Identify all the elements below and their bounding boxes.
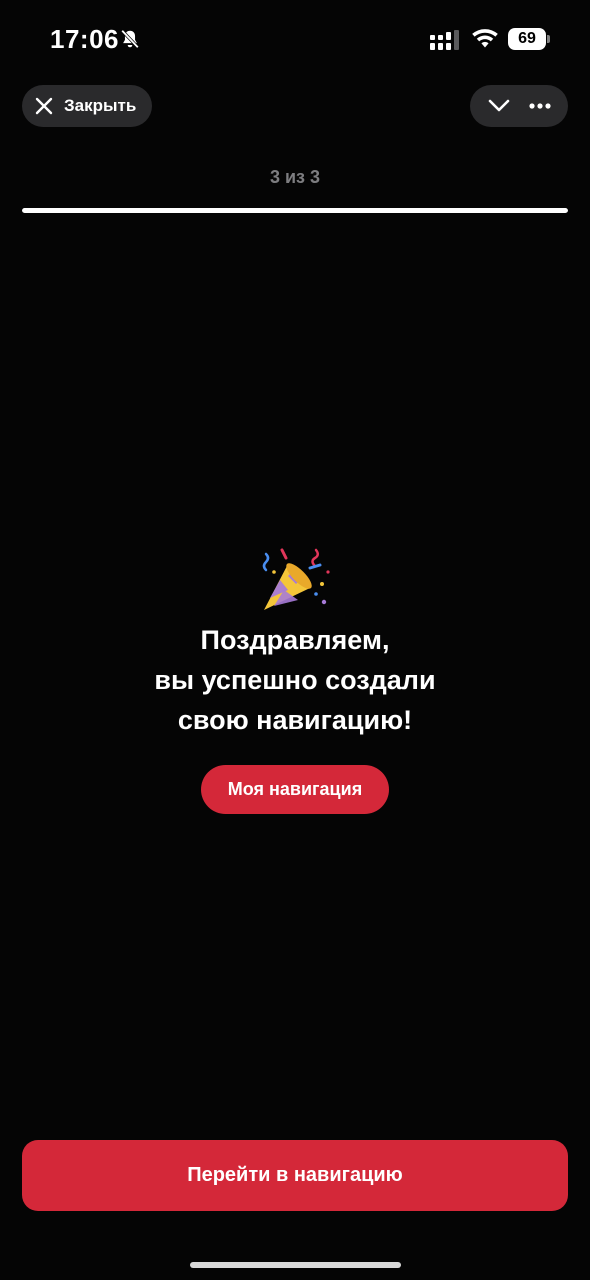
my-navigation-button[interactable]: Моя навигация <box>201 765 389 814</box>
status-bar: 17:06 69 <box>0 0 590 80</box>
more-button[interactable] <box>522 88 558 124</box>
bell-muted-icon <box>121 29 139 49</box>
headline-line-3: свою навигацию! <box>177 705 413 735</box>
header-actions <box>470 85 568 127</box>
progress-fill <box>22 208 568 213</box>
chevron-down-icon <box>488 99 509 112</box>
party-popper-icon <box>262 548 330 610</box>
go-to-navigation-button[interactable]: Перейти в навигацию <box>22 1140 568 1211</box>
battery-indicator: 69 <box>508 28 546 50</box>
headline-line-1: Поздравляем, <box>200 625 390 655</box>
cellular-signal-icon <box>430 30 459 50</box>
collapse-button[interactable] <box>481 88 517 124</box>
home-indicator[interactable] <box>190 1262 401 1268</box>
screen: 17:06 69 Закрыть 3 из 3 Поздравляем, вы … <box>0 0 590 1280</box>
close-button-label: Закрыть <box>64 96 137 115</box>
congrats-headline: Поздравляем, вы успешно создали свою нав… <box>0 620 590 740</box>
status-time: 17:06 <box>50 24 119 54</box>
close-icon <box>35 97 53 115</box>
battery-tip <box>547 35 550 43</box>
close-button[interactable]: Закрыть <box>22 85 152 127</box>
progress-bar <box>22 208 568 213</box>
wifi-icon <box>472 29 498 48</box>
headline-line-2: вы успешно создали <box>154 665 436 695</box>
step-counter: 3 из 3 <box>269 167 321 187</box>
more-horizontal-icon <box>528 103 551 109</box>
